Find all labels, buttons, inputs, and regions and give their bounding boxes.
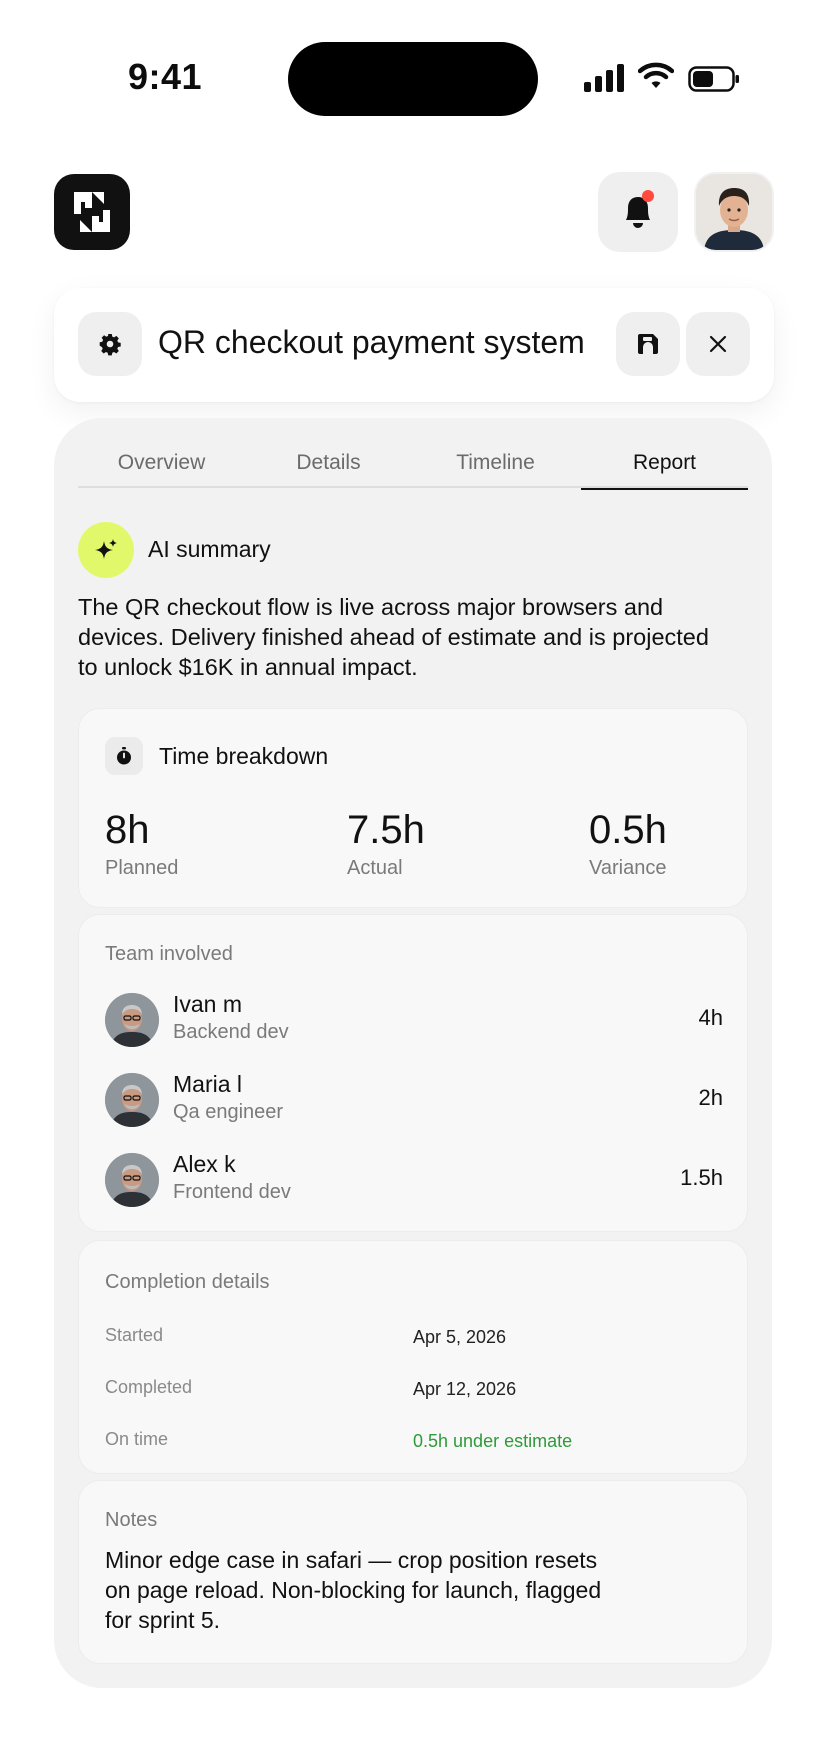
member-hours: 4h xyxy=(698,1005,723,1030)
member-hours: 2h xyxy=(698,1085,723,1110)
tab-details[interactable]: Details xyxy=(245,446,412,488)
notifications-button[interactable] xyxy=(598,172,678,252)
close-button[interactable] xyxy=(686,312,750,376)
status-bar: 9:41 xyxy=(0,0,826,140)
time-breakdown-label: Time breakdown xyxy=(159,743,329,769)
save-button[interactable] xyxy=(616,312,680,376)
member-role: Qa engineer xyxy=(173,1101,284,1123)
on-time-label: On time xyxy=(105,1429,169,1449)
gear-icon xyxy=(99,334,121,356)
notes-card: Notes Minor edge case in safari — crop p… xyxy=(78,1480,748,1664)
metric-variance: 0.5h Variance xyxy=(589,807,667,880)
member-role: Backend dev xyxy=(173,1021,289,1043)
battery-icon xyxy=(688,66,739,92)
metric-value: 8h xyxy=(105,808,150,852)
app-logo-icon xyxy=(74,192,110,232)
settings-button[interactable] xyxy=(78,312,142,376)
team-label: Team involved xyxy=(105,943,233,965)
ai-summary-label: AI summary xyxy=(148,536,271,562)
metric-label: Actual xyxy=(347,857,403,879)
close-icon xyxy=(709,335,727,353)
member-name: Maria l xyxy=(173,1071,243,1097)
completion-card: Completion details Started Apr 5, 2026 C… xyxy=(78,1240,748,1474)
tab-overview[interactable]: Overview xyxy=(78,446,245,488)
metric-planned: 8h Planned xyxy=(105,807,178,880)
member-role: Frontend dev xyxy=(173,1181,291,1203)
member-name: Alex k xyxy=(173,1151,236,1177)
avatar xyxy=(105,993,159,1047)
on-time-value: 0.5h under estimate xyxy=(413,1431,573,1451)
tab-timeline[interactable]: Timeline xyxy=(412,446,579,488)
metric-label: Variance xyxy=(589,857,667,879)
app-logo[interactable] xyxy=(54,174,130,250)
team-card: Team involved Ivan m Backend dev 4h Mari… xyxy=(78,914,748,1232)
wifi-icon xyxy=(638,62,674,88)
tab-bar: Overview Details Timeline Report xyxy=(78,446,748,490)
team-member[interactable]: Alex k Frontend dev 1.5h xyxy=(105,1151,723,1207)
title-bar: QR checkout payment system xyxy=(54,288,774,402)
member-hours: 1.5h xyxy=(680,1165,723,1190)
member-name: Ivan m xyxy=(173,991,243,1017)
metric-value: 0.5h xyxy=(589,808,667,852)
bell-icon xyxy=(626,190,654,228)
completion-label: Completion details xyxy=(105,1271,270,1293)
status-time: 9:41 xyxy=(128,56,203,97)
sparkles-icon xyxy=(78,522,134,578)
report-panel: Overview Details Timeline Report AI summ… xyxy=(54,418,772,1688)
cellular-signal-icon xyxy=(584,62,626,92)
avatar xyxy=(105,1153,159,1207)
team-member[interactable]: Ivan m Backend dev 4h xyxy=(105,991,723,1047)
avatar xyxy=(696,174,772,250)
user-avatar-button[interactable] xyxy=(694,172,774,252)
completed-label: Completed xyxy=(105,1377,193,1397)
avatar xyxy=(105,1073,159,1127)
save-icon xyxy=(638,334,658,354)
team-member[interactable]: Maria l Qa engineer 2h xyxy=(105,1071,723,1127)
dynamic-island xyxy=(288,42,538,116)
notification-dot xyxy=(642,190,654,202)
started-value: Apr 5, 2026 xyxy=(413,1327,507,1347)
metric-value: 7.5h xyxy=(347,808,425,852)
notes-label: Notes xyxy=(105,1509,158,1531)
started-label: Started xyxy=(105,1325,164,1345)
stopwatch-icon xyxy=(105,737,143,775)
tab-report[interactable]: Report xyxy=(581,446,748,490)
metric-label: Planned xyxy=(105,857,179,879)
notes-text: Minor edge case in safari — crop positio… xyxy=(105,1547,602,1633)
page-title: QR checkout payment system xyxy=(158,324,585,360)
completed-value: Apr 12, 2026 xyxy=(413,1379,517,1399)
metric-actual: 7.5h Actual xyxy=(347,807,425,880)
ai-summary-text: The QR checkout flow is live across majo… xyxy=(78,594,709,680)
time-breakdown-card: Time breakdown 8h Planned 7.5h Actual 0.… xyxy=(78,708,748,908)
